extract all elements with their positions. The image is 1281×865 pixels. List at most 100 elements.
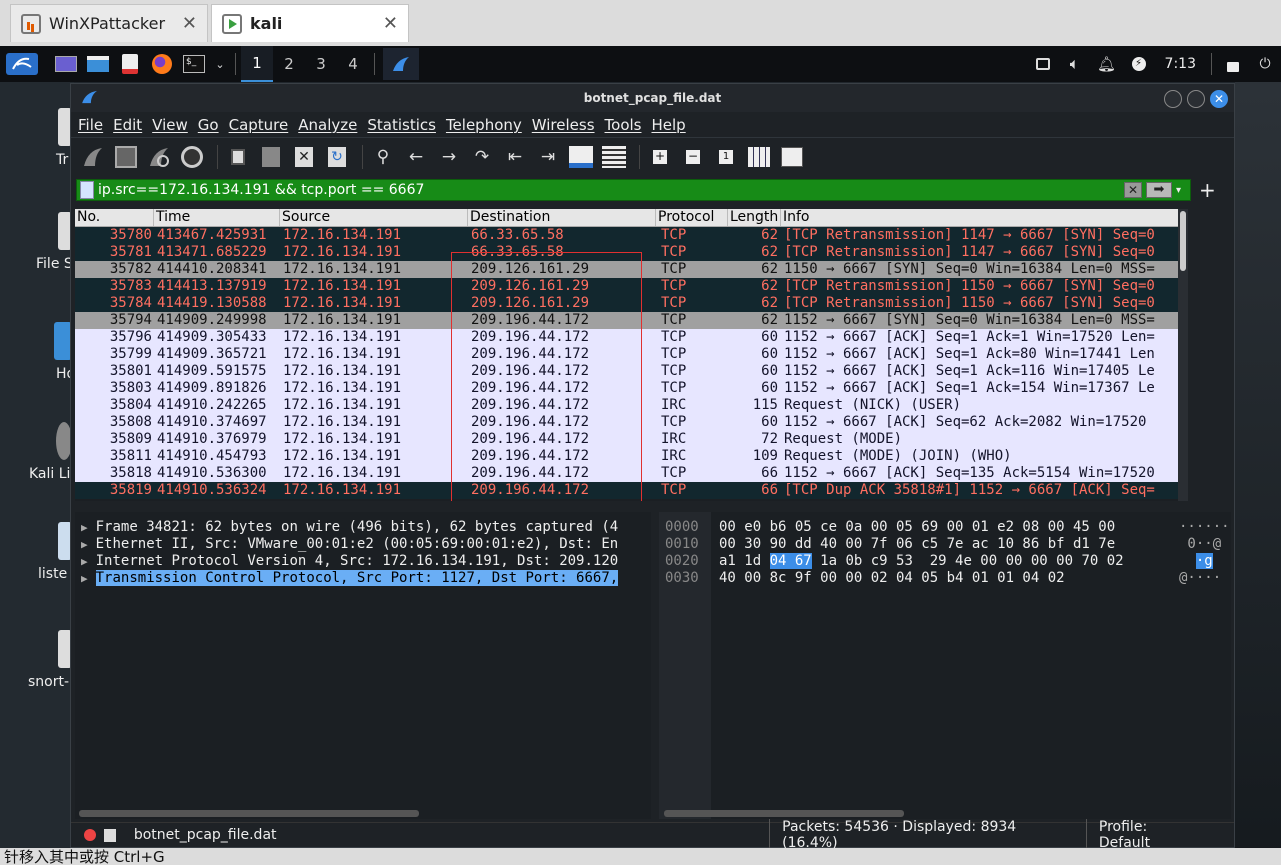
wireshark-task-icon[interactable] (383, 48, 419, 80)
menu-edit[interactable]: Edit (113, 116, 142, 134)
host-tab-label: kali (250, 14, 283, 33)
notification-bell-icon[interactable]: 🔔︎ (1094, 53, 1120, 75)
colorize-icon[interactable] (600, 143, 628, 171)
menu-help[interactable]: Help (651, 116, 685, 134)
bytes-hscrollbar[interactable] (664, 810, 904, 817)
capture-comment-icon[interactable] (103, 828, 116, 842)
detail-row-ip[interactable]: ▶ Internet Protocol Version 4, Src: 172.1… (75, 553, 651, 570)
show-desktop-icon[interactable] (53, 53, 79, 75)
desktop-icon-kali[interactable]: Kali Li (0, 422, 72, 482)
window-titlebar[interactable]: botnet_pcap_file.dat ✕ (71, 84, 1234, 112)
expand-arrow-icon[interactable]: ▶ (81, 521, 88, 534)
hex-line: 40 00 8c 9f 00 00 02 04 05 b4 01 01 04 0… (719, 570, 1065, 586)
packet-cell-dst: 66.33.65.58 (471, 227, 564, 243)
chevron-down-icon[interactable]: ⌄ (213, 53, 227, 75)
close-file-icon[interactable]: ✕ (290, 143, 318, 171)
find-packet-icon[interactable]: ⚲ (369, 143, 397, 171)
desktop-icon-filesystem[interactable]: File S (0, 212, 73, 272)
resize-columns-icon[interactable] (745, 143, 773, 171)
reload-file-icon[interactable]: ↻ (323, 143, 351, 171)
menu-analyze[interactable]: Analyze (298, 116, 357, 134)
capture-options-icon[interactable] (178, 143, 206, 171)
expand-arrow-icon[interactable]: ▶ (81, 538, 88, 551)
details-hscrollbar[interactable] (79, 810, 419, 817)
file-manager-icon[interactable] (85, 53, 111, 75)
desktop-icon-home[interactable]: Ho (0, 322, 75, 382)
workspace-1[interactable]: 1 (241, 46, 273, 82)
normal-size-icon[interactable]: 1 (712, 143, 740, 171)
chevron-down-icon[interactable]: ▾ (1176, 185, 1190, 196)
kali-menu-icon[interactable] (6, 53, 38, 75)
terminal-icon[interactable]: $_ (181, 53, 207, 75)
menu-statistics[interactable]: Statistics (367, 116, 436, 134)
go-to-packet-icon[interactable]: ↷ (468, 143, 496, 171)
autoscroll-icon[interactable] (567, 143, 595, 171)
open-file-icon[interactable] (224, 143, 252, 171)
go-back-icon[interactable]: ← (402, 143, 430, 171)
column-header-time[interactable]: Time (154, 209, 280, 226)
filter-text[interactable]: ip.src==172.16.134.191 && tcp.port == 66… (98, 182, 1124, 198)
workspace-3[interactable]: 3 (305, 55, 337, 73)
last-packet-icon[interactable]: ⇥ (534, 143, 562, 171)
menu-capture[interactable]: Capture (229, 116, 289, 134)
lock-icon[interactable] (1220, 53, 1246, 75)
close-tab-icon[interactable]: ✕ (383, 13, 398, 34)
go-forward-icon[interactable]: → (435, 143, 463, 171)
start-capture-icon[interactable] (79, 143, 107, 171)
menu-wireless[interactable]: Wireless (532, 116, 595, 134)
volume-icon[interactable]: 🔈︎ (1062, 53, 1088, 75)
stop-capture-icon[interactable] (112, 143, 140, 171)
restart-capture-icon[interactable] (145, 143, 173, 171)
zoom-in-icon[interactable]: + (646, 143, 674, 171)
host-tab-winxpattacker[interactable]: WinXPattacker ✕ (10, 4, 208, 42)
zoom-out-icon[interactable]: − (679, 143, 707, 171)
text-editor-icon[interactable] (117, 53, 143, 75)
menu-tools[interactable]: Tools (605, 116, 642, 134)
layout-icon[interactable] (778, 143, 806, 171)
desktop-icon-trash[interactable]: Tr (0, 108, 72, 168)
menu-view[interactable]: View (152, 116, 188, 134)
column-header-destination[interactable]: Destination (468, 209, 656, 226)
close-button[interactable]: ✕ (1210, 90, 1228, 108)
column-header-protocol[interactable]: Protocol (656, 209, 728, 226)
menu-go[interactable]: Go (198, 116, 219, 134)
column-header-info[interactable]: Info (781, 209, 1188, 226)
save-file-icon[interactable] (257, 143, 285, 171)
detail-row-frame[interactable]: ▶ Frame 34821: 62 bytes on wire (496 bits… (75, 519, 651, 536)
column-header-length[interactable]: Length (728, 209, 781, 226)
workspace-2[interactable]: 2 (273, 55, 305, 73)
hex-dump[interactable]: 00 e0 b6 05 ce 0a 00 05 69 00 01 e2 08 0… (719, 512, 1124, 587)
clear-filter-icon[interactable]: ✕ (1124, 182, 1142, 198)
host-tab-kali[interactable]: kali ✕ (211, 4, 409, 42)
packet-row[interactable]: 35780 413467.425931 172.16.134.191 66.33.65… (75, 227, 1188, 244)
minimize-button[interactable] (1164, 90, 1182, 108)
add-filter-button[interactable]: + (1199, 178, 1216, 202)
column-header-no[interactable]: No. (75, 209, 154, 226)
expert-info-icon[interactable] (84, 829, 96, 841)
apply-filter-icon[interactable]: ➡ (1146, 182, 1172, 198)
bookmark-icon[interactable] (80, 181, 94, 199)
detail-row-tcp[interactable]: ▶ Transmission Control Protocol, Src Port… (75, 570, 651, 587)
workspace-4[interactable]: 4 (337, 55, 369, 73)
menu-telephony[interactable]: Telephony (446, 116, 522, 134)
firefox-icon[interactable] (149, 53, 175, 75)
status-profile[interactable]: Profile: Default (1085, 819, 1234, 851)
ascii-dump[interactable]: ······ 0··@ ·g @···· (1179, 512, 1230, 587)
column-header-source[interactable]: Source (280, 209, 468, 226)
clock[interactable]: 7:13 (1165, 56, 1196, 72)
display-filter-input[interactable]: ip.src==172.16.134.191 && tcp.port == 66… (76, 179, 1191, 201)
expand-arrow-icon[interactable]: ▶ (81, 555, 88, 568)
packet-list-scrollbar[interactable] (1178, 209, 1188, 501)
pane-splitter[interactable] (651, 512, 659, 819)
expand-arrow-icon[interactable]: ▶ (81, 572, 88, 585)
desktop-icon-file[interactable]: liste (0, 522, 72, 582)
maximize-button[interactable] (1187, 90, 1205, 108)
menu-file[interactable]: File (78, 116, 103, 134)
power-manager-icon[interactable]: ⚡︎ (1126, 53, 1152, 75)
desktop-icon-snort[interactable]: snort- (0, 630, 72, 690)
detail-row-ethernet[interactable]: ▶ Ethernet II, Src: VMware_00:01:e2 (00:0… (75, 536, 651, 553)
close-tab-icon[interactable]: ✕ (182, 13, 197, 34)
display-icon[interactable] (1030, 53, 1056, 75)
logout-icon[interactable]: ⏻︎ (1252, 53, 1278, 75)
first-packet-icon[interactable]: ⇤ (501, 143, 529, 171)
